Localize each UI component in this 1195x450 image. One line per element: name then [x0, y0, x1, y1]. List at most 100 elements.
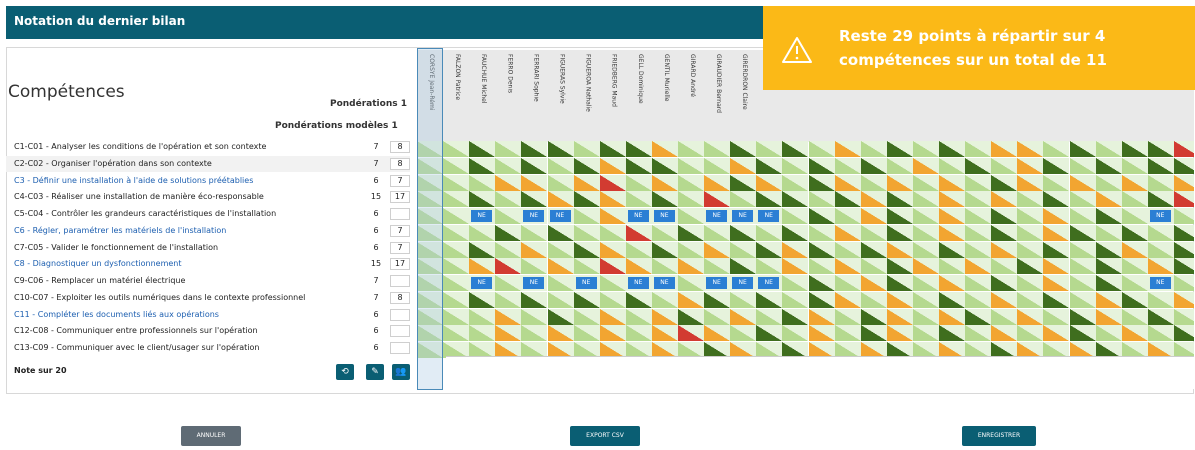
grade-cell[interactable]: [912, 208, 939, 224]
grade-cell[interactable]: [886, 308, 913, 325]
grade-cell[interactable]: [808, 258, 835, 275]
grade-cell[interactable]: [521, 325, 548, 342]
grade-cell[interactable]: [939, 241, 965, 258]
grade-cell[interactable]: [1043, 325, 1070, 342]
grade-cell[interactable]: [1121, 275, 1148, 291]
grade-cell[interactable]: [756, 258, 783, 275]
grade-cell[interactable]: [1121, 258, 1148, 275]
grade-cell[interactable]: NE: [521, 275, 548, 291]
grade-cell[interactable]: [860, 174, 887, 191]
grade-cell[interactable]: [678, 191, 704, 208]
grade-cell[interactable]: [1043, 157, 1070, 174]
grade-cell[interactable]: [1095, 258, 1122, 275]
grade-cell[interactable]: [599, 325, 626, 342]
grade-cell[interactable]: [965, 208, 992, 224]
refresh-icon[interactable]: ⟲: [336, 364, 354, 380]
grade-cell[interactable]: [599, 224, 626, 241]
grade-cell[interactable]: [1017, 258, 1044, 275]
grade-cell[interactable]: [1017, 208, 1044, 224]
grade-cell[interactable]: [1095, 308, 1122, 325]
grade-cell[interactable]: [495, 224, 522, 241]
grade-cell[interactable]: [469, 325, 496, 342]
grade-cell[interactable]: [704, 224, 731, 241]
grade-cell[interactable]: [991, 258, 1018, 275]
grade-cell[interactable]: [912, 241, 939, 258]
grade-cell[interactable]: NE: [1147, 208, 1174, 224]
grade-cell[interactable]: [860, 291, 887, 308]
grade-cell[interactable]: NE: [730, 208, 757, 224]
grade-cell[interactable]: [469, 308, 496, 325]
grade-cell[interactable]: [1173, 174, 1194, 191]
grade-cell[interactable]: [573, 325, 600, 342]
grade-cell[interactable]: [678, 308, 704, 325]
grade-cell[interactable]: [1121, 241, 1148, 258]
grade-cell[interactable]: [886, 191, 913, 208]
grade-cell[interactable]: [1069, 291, 1096, 308]
grade-cell[interactable]: [547, 224, 574, 241]
grade-cell[interactable]: [860, 258, 887, 275]
competence-model-weight-input[interactable]: [390, 342, 410, 354]
grade-cell[interactable]: [573, 308, 600, 325]
grade-cell[interactable]: [860, 141, 887, 157]
group-icon[interactable]: 👥: [392, 364, 410, 380]
grade-cell[interactable]: [1017, 141, 1044, 157]
grade-cell[interactable]: [912, 224, 939, 241]
grade-cell[interactable]: [651, 241, 678, 258]
grade-cell[interactable]: [704, 291, 731, 308]
grade-cell[interactable]: [469, 224, 496, 241]
grade-cell[interactable]: [678, 241, 704, 258]
grade-cell[interactable]: [495, 275, 522, 291]
grade-cell[interactable]: [573, 224, 600, 241]
grade-cell[interactable]: [1121, 291, 1148, 308]
grade-cell[interactable]: [678, 174, 704, 191]
grade-cell[interactable]: [1095, 291, 1122, 308]
grade-cell[interactable]: [599, 275, 626, 291]
grade-cell[interactable]: [521, 308, 548, 325]
cancel-button[interactable]: ANNULER: [181, 426, 241, 446]
grade-cell[interactable]: NE: [625, 208, 652, 224]
grade-cell[interactable]: [939, 325, 965, 342]
grade-cell[interactable]: [704, 258, 731, 275]
grade-cell[interactable]: [1147, 174, 1174, 191]
grade-cell[interactable]: [1121, 141, 1148, 157]
grade-cell[interactable]: [912, 141, 939, 157]
grade-cell[interactable]: [808, 325, 835, 342]
grade-cell[interactable]: [939, 291, 965, 308]
grade-cell[interactable]: [599, 174, 626, 191]
competence-model-weight-input[interactable]: [390, 308, 410, 321]
grade-cell[interactable]: [991, 224, 1018, 241]
grade-cell[interactable]: [1121, 191, 1148, 208]
grade-cell[interactable]: [1017, 325, 1044, 342]
grade-cell[interactable]: [834, 191, 861, 208]
grade-cell[interactable]: [599, 141, 626, 157]
grade-cell[interactable]: [965, 308, 992, 325]
grade-cell[interactable]: [547, 308, 574, 325]
grade-cell[interactable]: [1043, 308, 1070, 325]
grade-cell[interactable]: [1069, 241, 1096, 258]
student-name-header[interactable]: FRIEDBERG Maud: [608, 54, 618, 138]
grade-cell[interactable]: [756, 241, 783, 258]
grade-cell[interactable]: [1069, 224, 1096, 241]
grade-cell[interactable]: [599, 241, 626, 258]
grade-cell[interactable]: [1043, 141, 1070, 157]
grade-cell[interactable]: [599, 208, 626, 224]
grade-cell[interactable]: [1173, 275, 1194, 291]
grade-cell[interactable]: [1173, 291, 1194, 308]
grade-cell[interactable]: [521, 141, 548, 157]
grade-cell[interactable]: [1147, 325, 1174, 342]
competence-label[interactable]: C3 - Définir une installation à l'aide d…: [14, 173, 253, 189]
grade-cell[interactable]: [1069, 308, 1096, 325]
grade-cell[interactable]: [495, 174, 522, 191]
grade-cell[interactable]: [860, 241, 887, 258]
grade-cell[interactable]: [443, 174, 470, 191]
grade-cell[interactable]: [860, 208, 887, 224]
grade-cell[interactable]: [521, 157, 548, 174]
grade-cell[interactable]: [730, 325, 757, 342]
grade-cell[interactable]: [834, 308, 861, 325]
grade-cell[interactable]: [860, 224, 887, 241]
grade-cell[interactable]: [991, 291, 1018, 308]
grade-cell[interactable]: [521, 241, 548, 258]
grade-cell[interactable]: [1121, 308, 1148, 325]
grade-cell[interactable]: [1095, 241, 1122, 258]
grade-cell[interactable]: [1095, 191, 1122, 208]
